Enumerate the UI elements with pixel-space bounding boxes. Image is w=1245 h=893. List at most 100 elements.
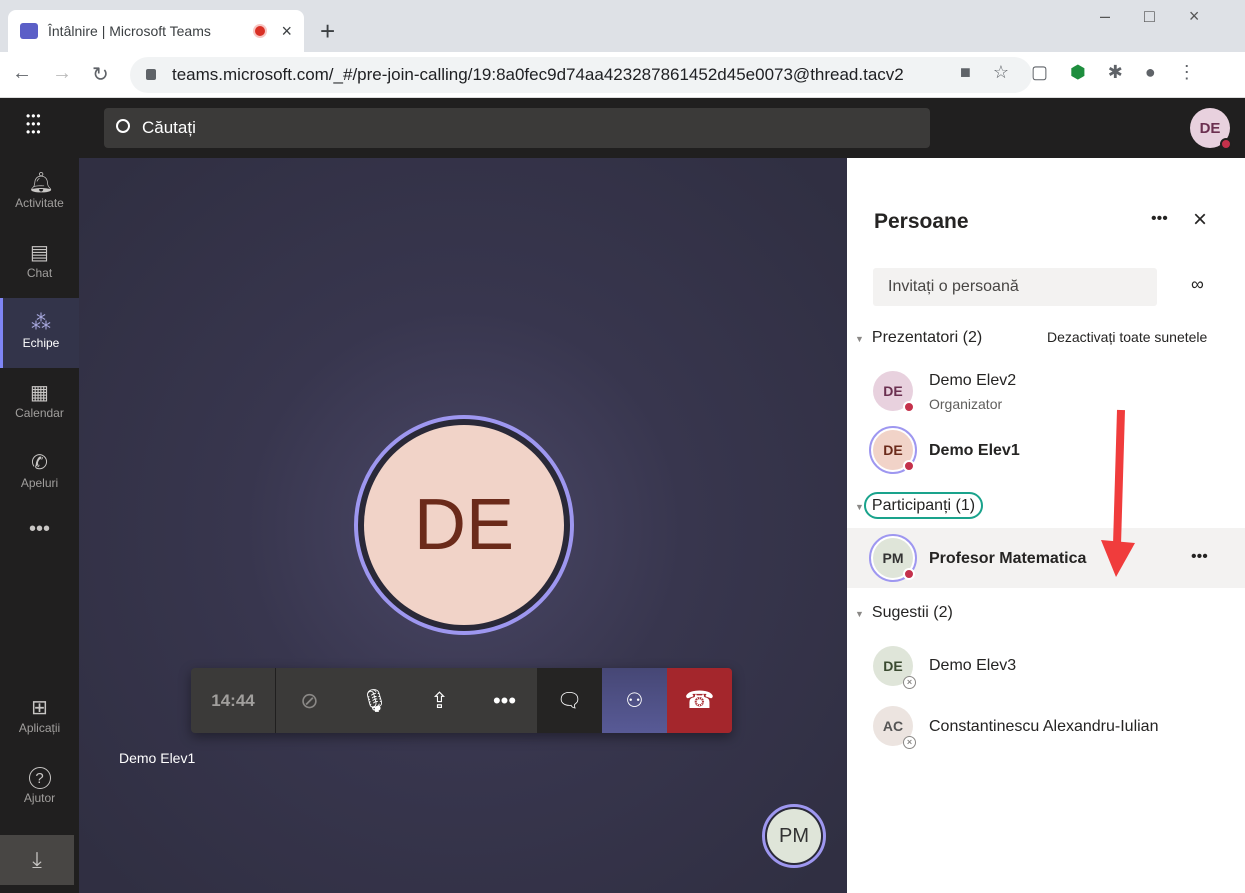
rail-item-calendar[interactable]: ▦ Calendar	[0, 368, 79, 438]
url-text: teams.microsoft.com/_#/pre-join-calling/…	[172, 65, 904, 84]
caret-down-icon: ▼	[855, 334, 864, 344]
microphone-icon[interactable]: 🎙︎	[342, 668, 407, 733]
search-icon	[116, 119, 130, 133]
phone-icon: ✆	[31, 452, 48, 474]
app-rail: 🔔︎ Activitate ▤ Chat ⁂ Echipe ▦ Calendar ✆ Ap…	[0, 158, 79, 893]
window-controls[interactable]: –□×	[1100, 6, 1233, 27]
section-suggestions[interactable]: ▼ Sugestii (2)	[855, 604, 953, 622]
self-pip-avatar[interactable]: PM	[762, 804, 826, 868]
avatar: PM	[869, 534, 917, 582]
annotation-arrow	[1101, 409, 1135, 577]
rail-item-ajutor[interactable]: ? Ajutor	[0, 753, 79, 823]
section-label: Participanți	[871, 497, 952, 514]
search-input[interactable]: Căutați	[104, 108, 930, 148]
app-launcher-icon[interactable]: ••• ••• •••	[26, 110, 42, 138]
main-avatar-initials: DE	[413, 485, 515, 565]
section-count: (2)	[962, 329, 983, 346]
highlight-ring: Participanți (1)	[863, 492, 984, 519]
avatar: AC ×	[873, 706, 916, 749]
person-name: Demo Elev3	[929, 657, 1017, 674]
rail-item-chat[interactable]: ▤ Chat	[0, 228, 79, 298]
panel-more-icon[interactable]: •••	[1151, 210, 1168, 228]
lock-icon	[146, 69, 156, 80]
apps-icon: ⊞	[31, 697, 48, 719]
search-placeholder: Căutați	[142, 118, 196, 137]
main-participant-avatar: DE	[354, 415, 574, 635]
chat-icon: ▤	[30, 242, 49, 264]
mute-all-link[interactable]: Dezactivați toate sunetele	[1047, 329, 1207, 345]
panel-title: Persoane	[874, 210, 969, 233]
rail-item-aplicatii[interactable]: ⊞ Aplicații	[0, 683, 79, 753]
user-avatar[interactable]: DE	[1190, 108, 1232, 150]
tab-title: Întâlnire | Microsoft Teams	[48, 23, 211, 39]
rail-label: Calendar	[15, 406, 64, 420]
bell-icon: 🔔︎	[28, 172, 54, 194]
avatar-initials: DE	[1199, 119, 1221, 137]
section-label: Sugestii	[871, 604, 929, 621]
download-app-button[interactable]: ⤓	[0, 835, 74, 885]
invite-input[interactable]: Invitați o persoană	[873, 268, 1157, 306]
people-panel: Persoane ••• × Invitați o persoană ∞ ▼ Pr…	[847, 158, 1245, 893]
call-timer: 14:44	[191, 668, 276, 733]
close-tab-icon[interactable]: ×	[281, 21, 292, 42]
rail-label: Echipe	[22, 336, 60, 350]
pip-initials: PM	[779, 824, 809, 847]
person-row[interactable]: DE Demo Elev1	[847, 423, 1245, 483]
rail-item-echipe[interactable]: ⁂ Echipe	[0, 298, 79, 368]
rail-label: Chat	[26, 266, 53, 280]
teams-logo-icon	[20, 23, 38, 39]
avatar-initials: DE	[883, 442, 903, 458]
extension-icons[interactable]: ■☆▢⬢✱●⋮	[960, 62, 1218, 83]
avatar-initials: AC	[882, 718, 904, 734]
caret-down-icon: ▼	[855, 502, 864, 512]
avatar-initials: DE	[883, 383, 903, 399]
more-apps-icon[interactable]: •••	[0, 518, 79, 558]
close-panel-icon[interactable]: ×	[1193, 206, 1207, 234]
person-row[interactable]: DE × Demo Elev3	[847, 638, 1245, 698]
person-name: Constantinescu Alexandru-Iulian	[929, 718, 1159, 735]
rail-label: Ajutor	[23, 791, 56, 805]
person-row[interactable]: DE Demo Elev2 Organizator	[847, 363, 1245, 423]
calendar-icon: ▦	[30, 382, 49, 404]
person-more-icon[interactable]: •••	[1191, 548, 1208, 566]
recording-icon	[253, 24, 268, 38]
pip-circle: PM	[767, 809, 821, 863]
forward-icon[interactable]: →	[52, 62, 72, 85]
person-row[interactable]: AC × Constantinescu Alexandru-Iulian	[847, 698, 1245, 758]
section-presenters[interactable]: ▼ Prezentatori (2)	[855, 329, 982, 347]
avatar-initials: PM	[882, 550, 904, 566]
section-count: (2)	[933, 604, 953, 621]
camera-off-icon[interactable]: ⊘	[277, 668, 342, 733]
more-actions-icon[interactable]: •••	[472, 668, 537, 733]
url-field[interactable]: teams.microsoft.com/_#/pre-join-calling/…	[130, 57, 1032, 93]
chat-toggle-icon[interactable]: 🗨︎	[537, 668, 602, 733]
copy-link-icon[interactable]: ∞	[1191, 274, 1204, 295]
avatar: DE ×	[873, 646, 916, 689]
caret-down-icon: ▼	[855, 609, 864, 619]
share-screen-icon[interactable]: ⇪	[407, 668, 472, 733]
invite-placeholder: Invitați o persoană	[888, 278, 1019, 295]
section-label: Prezentatori	[871, 329, 959, 346]
person-name: Demo Elev1	[929, 442, 1020, 459]
rail-label: Apeluri	[20, 476, 59, 490]
main-avatar-circle: DE	[364, 425, 564, 625]
back-icon[interactable]: ←	[12, 62, 32, 85]
person-role: Organizator	[929, 396, 1003, 412]
reload-icon[interactable]: ↻	[92, 62, 109, 87]
rail-label: Activitate	[15, 196, 64, 210]
section-participants[interactable]: ▼ Participanți (1)	[855, 492, 984, 519]
help-icon: ?	[28, 767, 51, 789]
browser-tab[interactable]: Întâlnire | Microsoft Teams ×	[8, 10, 304, 52]
rail-label: Aplicații	[18, 721, 61, 735]
hang-up-icon[interactable]: ☎︎	[667, 668, 732, 733]
avatar: DE	[869, 426, 917, 474]
self-name-label: Demo Elev1	[119, 750, 196, 766]
person-row[interactable]: PM Profesor Matematica •••	[847, 528, 1245, 588]
person-name: Demo Elev2	[929, 372, 1017, 389]
new-tab-button[interactable]: +	[320, 16, 335, 47]
teams-icon: ⁂	[31, 312, 51, 334]
rail-item-activitate[interactable]: 🔔︎ Activitate	[0, 158, 79, 228]
avatar: DE	[873, 371, 915, 413]
participants-toggle-icon[interactable]: ⚇	[602, 668, 667, 733]
rail-item-apeluri[interactable]: ✆ Apeluri	[0, 438, 79, 508]
